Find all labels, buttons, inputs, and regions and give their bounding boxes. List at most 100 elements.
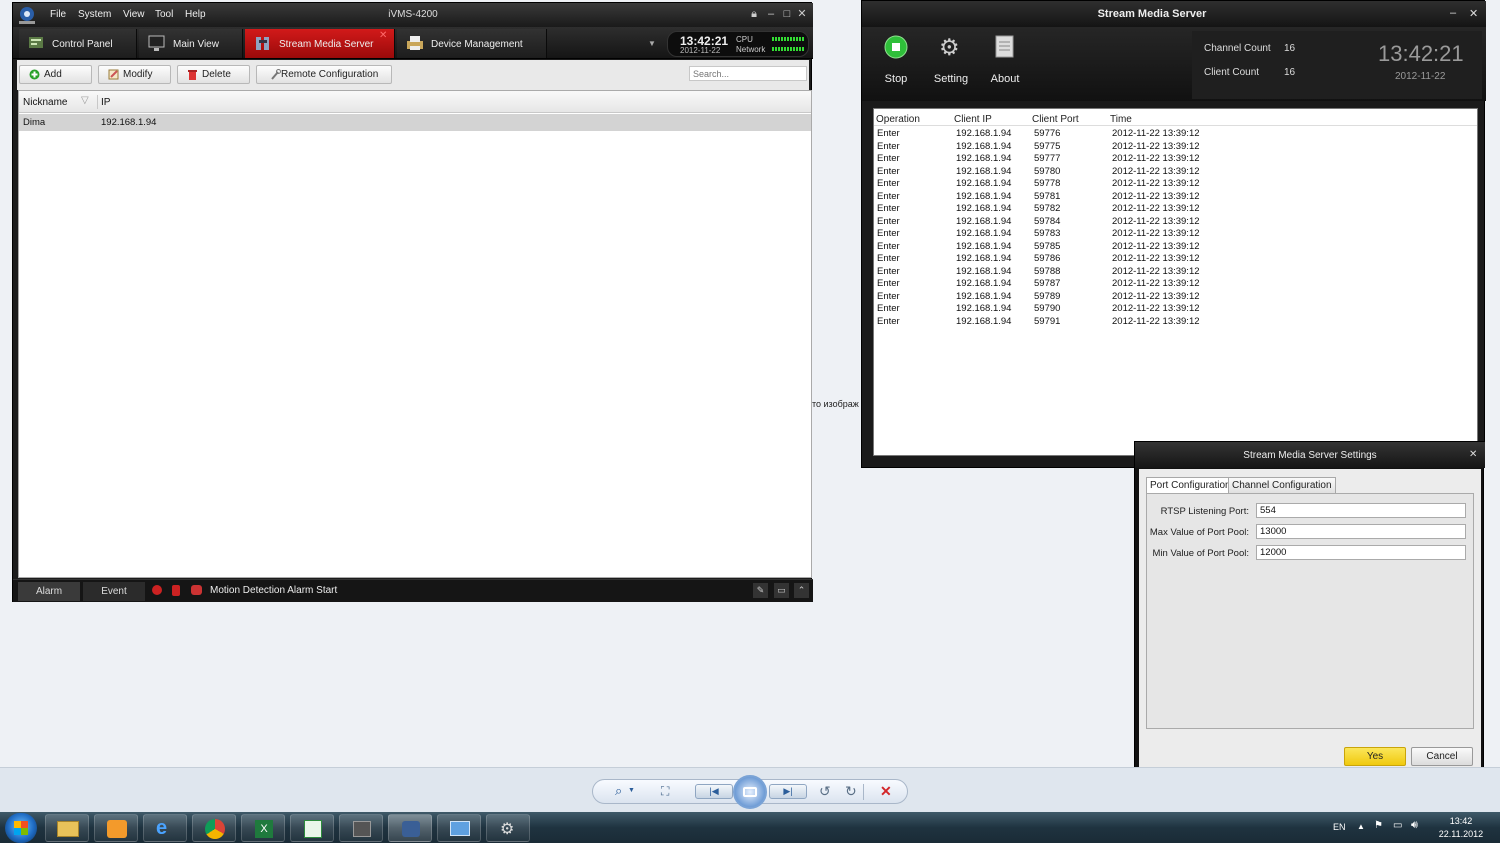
- tray-expand-icon[interactable]: ▲: [1357, 822, 1365, 831]
- taskbar-clock-date[interactable]: 22.11.2012: [1436, 829, 1486, 839]
- tab-channel-configuration[interactable]: Channel Configuration: [1228, 477, 1336, 494]
- client-count-label: Client Count: [1204, 67, 1260, 78]
- media-player-taskbar-icon[interactable]: [94, 814, 138, 842]
- rtsp-port-input[interactable]: [1256, 503, 1466, 518]
- taskbar-clock-time[interactable]: 13:42: [1436, 816, 1486, 826]
- tab-overflow-icon[interactable]: ▼: [648, 39, 656, 48]
- next-icon[interactable]: ▶|: [769, 784, 807, 799]
- window-icon[interactable]: ▭: [774, 583, 789, 598]
- tab-control-panel[interactable]: Control Panel: [19, 29, 137, 58]
- cancel-button[interactable]: Cancel: [1411, 747, 1473, 766]
- lock-icon[interactable]: 🔒︎: [748, 8, 760, 20]
- max-port-pool-input[interactable]: [1256, 524, 1466, 539]
- network-tray-icon[interactable]: ▭: [1393, 820, 1402, 831]
- log-column-client-port: 59776 59775 59777 59780 59778 59781 5978…: [1034, 128, 1061, 327]
- zoom-dropdown-icon[interactable]: ▼: [628, 787, 635, 794]
- menu-help[interactable]: Help: [185, 9, 206, 20]
- pin-icon[interactable]: ✎: [753, 583, 768, 598]
- yes-button[interactable]: Yes: [1344, 747, 1406, 766]
- modify-button[interactable]: Modify: [98, 65, 171, 84]
- cpu-meter: [772, 37, 804, 41]
- ivms-titlebar: File System View Tool Help iVMS-4200 🔒︎ …: [13, 3, 813, 27]
- alarm-statusbar: Alarm Event Motion Detection Alarm Start…: [13, 579, 813, 602]
- remote-desktop-taskbar-icon[interactable]: [437, 814, 481, 842]
- alarm-sound-icon[interactable]: [152, 585, 162, 595]
- stop-label: Stop: [884, 73, 908, 85]
- stop-button[interactable]: Stop: [872, 33, 920, 91]
- spreadsheet-taskbar-icon[interactable]: [290, 814, 334, 842]
- delete-label: Delete: [202, 69, 231, 80]
- tab-port-configuration[interactable]: Port Configuration: [1146, 477, 1235, 494]
- expand-up-icon[interactable]: ⌃: [794, 583, 809, 598]
- volume-icon[interactable]: 🔊︎: [1411, 819, 1418, 832]
- actual-size-icon[interactable]: ⛶: [661, 784, 669, 799]
- alarm-bell-icon[interactable]: [172, 585, 180, 596]
- client-count-value: 16: [1284, 67, 1296, 78]
- column-header-client-ip[interactable]: Client IP: [954, 114, 992, 125]
- add-button[interactable]: Add: [19, 65, 92, 84]
- tab-device-management[interactable]: Device Management: [397, 29, 547, 58]
- rotate-right-icon[interactable]: ↻: [845, 783, 857, 800]
- chrome-taskbar-icon[interactable]: [192, 814, 236, 842]
- menu-system[interactable]: System: [78, 9, 111, 20]
- column-header-operation[interactable]: Operation: [876, 114, 920, 125]
- tab-close-icon[interactable]: ✕: [379, 30, 387, 41]
- close-icon[interactable]: ✕: [1469, 7, 1478, 20]
- ivms-taskbar-icon[interactable]: [388, 814, 432, 842]
- remote-configuration-button[interactable]: Remote Configuration: [256, 65, 392, 84]
- network-meter: [772, 47, 804, 51]
- counts-panel: Channel Count 16 Client Count 16 13:42:2…: [1192, 31, 1482, 99]
- log-column-client-ip: 192.168.1.94 192.168.1.94 192.168.1.94 1…: [956, 128, 1012, 327]
- internet-explorer-taskbar-icon[interactable]: e: [143, 814, 187, 842]
- list-header: Nickname ▽ IP: [19, 91, 811, 113]
- maximize-icon[interactable]: □: [781, 8, 793, 20]
- previous-icon[interactable]: |◀: [695, 784, 733, 799]
- close-icon[interactable]: ✕: [796, 8, 808, 20]
- cpu-label: CPU: [736, 35, 753, 44]
- about-button[interactable]: About: [981, 33, 1029, 91]
- min-port-pool-label: Min Value of Port Pool:: [1152, 548, 1249, 559]
- server-list: Nickname ▽ IP Dima 192.168.1.94: [18, 90, 812, 578]
- tab-alarm[interactable]: Alarm: [18, 582, 80, 601]
- channel-count-value: 16: [1284, 43, 1296, 54]
- search-input[interactable]: [689, 66, 807, 81]
- language-indicator[interactable]: EN: [1333, 822, 1346, 832]
- column-header-client-port[interactable]: Client Port: [1032, 114, 1079, 125]
- printer-device-icon: [405, 34, 425, 52]
- tools-taskbar-icon[interactable]: ⚙: [486, 814, 530, 842]
- rotate-left-icon[interactable]: ↺: [819, 783, 831, 800]
- document-icon: [995, 35, 1015, 62]
- menu-tool[interactable]: Tool: [155, 9, 173, 20]
- delete-icon[interactable]: ✕: [880, 783, 892, 800]
- setting-button[interactable]: ⚙ Setting: [927, 33, 975, 91]
- min-port-pool-input[interactable]: [1256, 545, 1466, 560]
- tab-stream-media-server[interactable]: Stream Media Server ✕: [245, 29, 395, 58]
- column-header-time[interactable]: Time: [1110, 114, 1132, 125]
- column-header-nickname[interactable]: Nickname: [23, 97, 67, 108]
- delete-button[interactable]: Delete: [177, 65, 250, 84]
- filter-icon[interactable]: ▽: [81, 95, 89, 106]
- app-taskbar-icon[interactable]: [339, 814, 383, 842]
- menu-file[interactable]: File: [50, 9, 66, 20]
- clock-status-box: 13:42:21 2012-11-22 CPU Network: [667, 31, 809, 57]
- excel-taskbar-icon[interactable]: X: [241, 814, 285, 842]
- max-port-pool-label: Max Value of Port Pool:: [1149, 527, 1249, 538]
- minimize-icon[interactable]: –: [1450, 7, 1456, 19]
- slideshow-button[interactable]: [733, 775, 767, 809]
- explorer-taskbar-icon[interactable]: [45, 814, 89, 842]
- sms-clock-time: 13:42:21: [1378, 41, 1464, 66]
- tab-event[interactable]: Event: [83, 582, 145, 601]
- start-button[interactable]: [5, 813, 37, 843]
- menu-view[interactable]: View: [123, 9, 145, 20]
- action-center-flag-icon[interactable]: ⚑: [1374, 820, 1383, 831]
- gear-icon: ⚙: [939, 34, 960, 60]
- minimize-icon[interactable]: –: [765, 8, 777, 20]
- zoom-icon[interactable]: ⌕: [615, 783, 622, 799]
- table-row[interactable]: Dima 192.168.1.94: [19, 114, 811, 131]
- tab-main-view[interactable]: Main View: [139, 29, 243, 58]
- close-icon[interactable]: ✕: [1469, 449, 1477, 460]
- alarm-message: Motion Detection Alarm Start: [210, 585, 338, 596]
- ivms-window: File System View Tool Help iVMS-4200 🔒︎ …: [12, 2, 813, 602]
- log-column-operation: Enter Enter Enter Enter Enter Enter Ente…: [877, 128, 900, 327]
- column-header-ip[interactable]: IP: [101, 97, 110, 108]
